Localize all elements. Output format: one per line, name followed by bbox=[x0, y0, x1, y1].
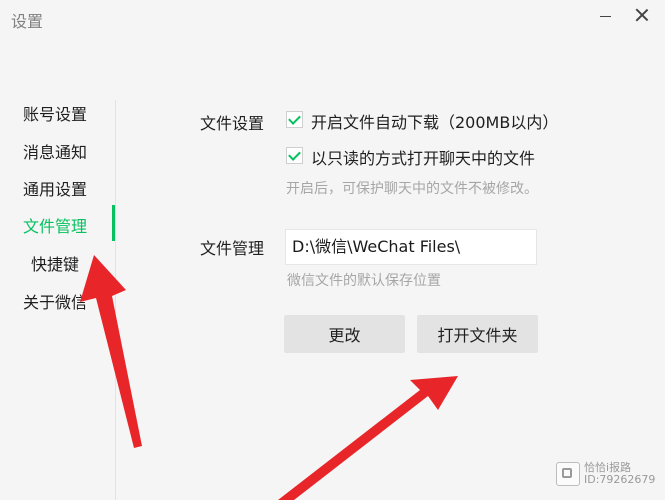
watermark-line2: ID:79262679 bbox=[584, 473, 656, 486]
annotation-arrows bbox=[80, 255, 458, 500]
watermark-logo-icon bbox=[556, 462, 580, 486]
settings-window: 设置 账号设置 消息通知 通用设置 文件管理 快捷键 关于微信 文件设置 开启文… bbox=[0, 0, 665, 500]
annotation-arrow-open-folder bbox=[278, 376, 458, 500]
watermark: 恰恰i报路 ID:79262679 bbox=[556, 462, 655, 486]
annotation-arrow-sidebar bbox=[80, 255, 142, 448]
